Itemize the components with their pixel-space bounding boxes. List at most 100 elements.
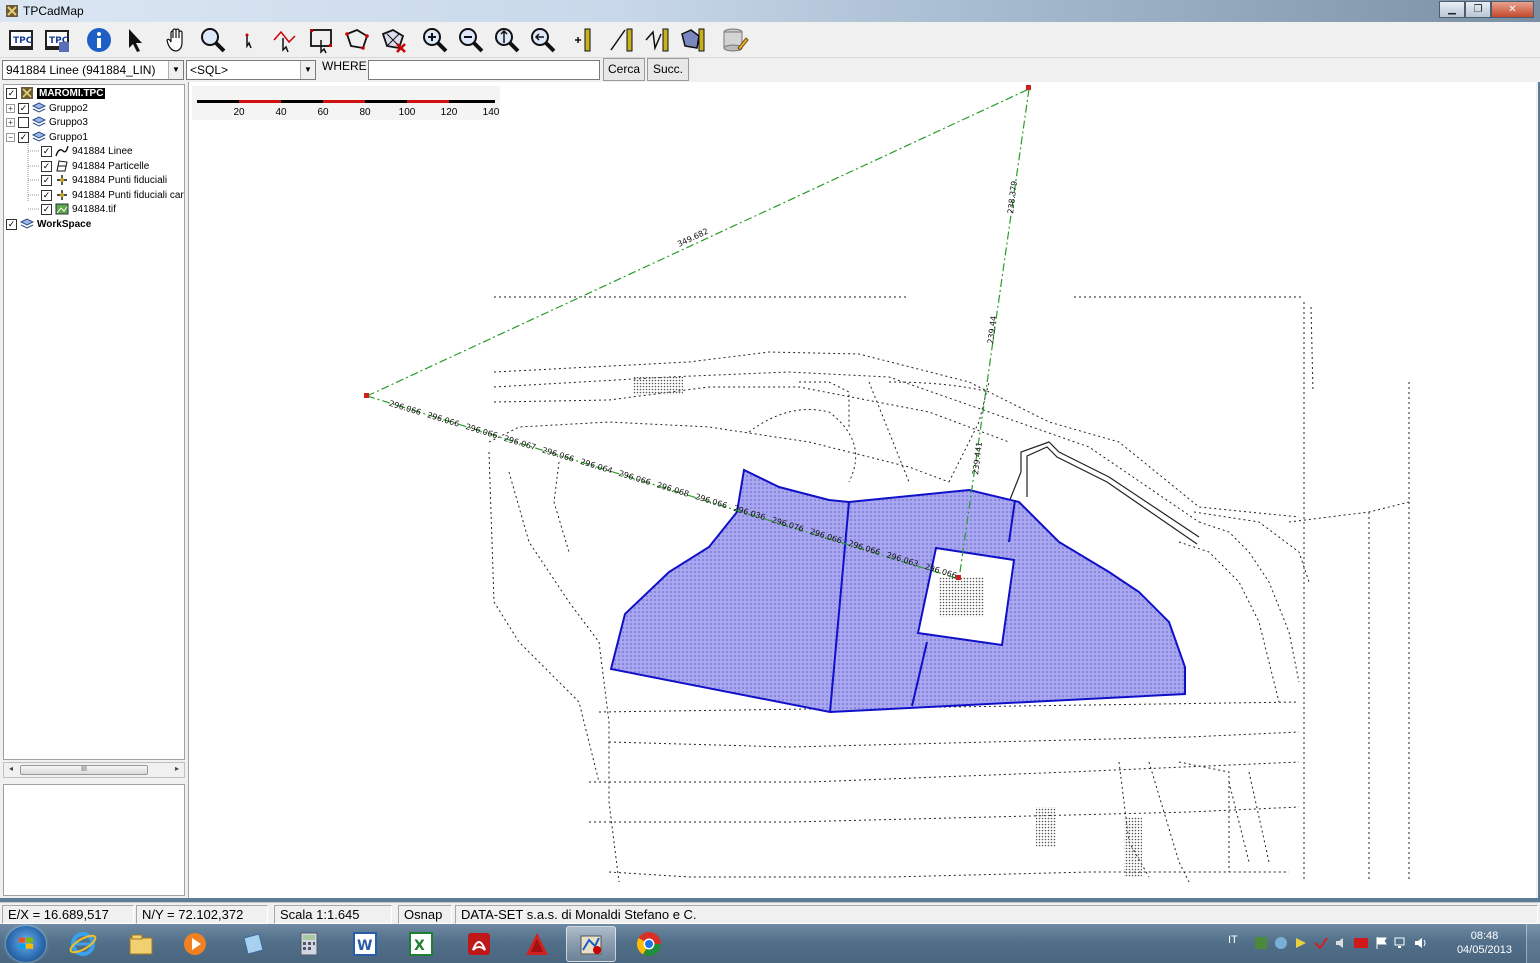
taskbar-excel[interactable]: X [396, 926, 446, 962]
info-button[interactable] [82, 23, 116, 57]
deselect-polygon-icon [381, 28, 406, 53]
maximize-button[interactable]: ❐ [1465, 1, 1491, 18]
tree-workspace[interactable]: ✓ WorkSpace [6, 217, 91, 231]
taskbar-notes[interactable] [228, 926, 278, 962]
scale-bar-graphic [197, 100, 495, 103]
status-osnap[interactable]: Osnap [398, 905, 452, 924]
select-rectangle-button[interactable] [304, 23, 338, 57]
measure-line-button[interactable] [604, 23, 638, 57]
scroll-left-icon[interactable]: ◂ [5, 764, 17, 773]
tree-horizontal-scrollbar[interactable]: ◂ III ▸ [3, 762, 185, 778]
zoom-in-icon [423, 27, 448, 52]
tray-ati-icon[interactable] [1354, 936, 1368, 950]
database-edit-button[interactable] [718, 23, 752, 57]
where-input[interactable] [368, 60, 600, 80]
tree-connectors [27, 144, 40, 210]
show-desktop-button[interactable] [1526, 924, 1540, 963]
select-arrow-button[interactable] [118, 23, 152, 57]
measure-point-button[interactable] [568, 23, 602, 57]
start-button[interactable] [6, 926, 46, 962]
stipple-block [1036, 807, 1056, 847]
taskbar-autocad-lt[interactable] [512, 926, 562, 962]
select-polygon-button[interactable] [340, 23, 374, 57]
tree-layer-particelle[interactable]: ✓ 941884 Particelle [41, 159, 149, 173]
zoom-previous-button[interactable] [526, 23, 560, 57]
select-polyline-button[interactable] [268, 23, 302, 57]
tray-speaker-alert-icon[interactable] [1334, 936, 1348, 950]
save-project-button[interactable]: TPC [40, 23, 74, 57]
system-tray: IT 08:48 04/05/2013 [1220, 924, 1540, 963]
succ-button[interactable]: Succ. [647, 58, 689, 81]
close-button[interactable]: ✕ [1491, 1, 1534, 18]
checkbox-workspace[interactable]: ✓ [6, 218, 17, 230]
zoom-extents-button[interactable] [490, 23, 524, 57]
internet-explorer-icon [69, 932, 97, 956]
parcel-layer-icon [56, 160, 68, 172]
tree-layer-label: 941884 Punti fiduciali cart [72, 189, 185, 201]
measure-polyline-button[interactable] [640, 23, 674, 57]
system-clock[interactable]: 08:48 04/05/2013 [1457, 929, 1512, 957]
zoom-out-icon [459, 27, 484, 52]
taskbar-tpcadmap[interactable] [566, 926, 616, 962]
svg-text:W: W [357, 938, 372, 954]
tree-layer-punti-fiduciali-cart[interactable]: ✓ 941884 Punti fiduciali cart [41, 188, 185, 202]
tray-flag-icon[interactable] [1374, 936, 1388, 950]
taskbar-acrobat[interactable] [454, 926, 504, 962]
file-explorer-icon [129, 934, 153, 955]
measure-label: 296.066 [388, 399, 422, 417]
word-icon: W [353, 932, 377, 956]
where-label: WHERE [322, 59, 367, 73]
scale-bar: 20 40 60 80 100 120 140 [192, 86, 500, 120]
sql-select[interactable]: <SQL> ▼ [186, 60, 316, 80]
scroll-right-icon[interactable]: ▸ [171, 764, 183, 773]
deselect-polygon-button[interactable] [376, 23, 410, 57]
measure-area-icon [681, 28, 705, 51]
tray-antivirus-icon[interactable] [1294, 936, 1308, 950]
cerca-button[interactable]: Cerca [603, 58, 645, 81]
taskbar-chrome[interactable] [624, 926, 674, 962]
minimize-button[interactable]: ▁ [1439, 1, 1465, 18]
taskbar-media-player[interactable] [170, 926, 220, 962]
zoom-in-button[interactable] [418, 23, 452, 57]
layer-select-value: 941884 Linee (941884_LIN) [6, 63, 156, 77]
taskbar-internet-explorer[interactable] [58, 926, 108, 962]
open-project-button[interactable]: TPC [4, 23, 38, 57]
building [916, 546, 1016, 647]
layer-select[interactable]: 941884 Linee (941884_LIN) ▼ [2, 60, 184, 80]
tray-network-app-icon[interactable] [1274, 936, 1288, 950]
find-zoom-button[interactable] [196, 23, 230, 57]
line-layer-icon [55, 145, 69, 157]
taskbar-word[interactable]: W [340, 926, 390, 962]
scale-bar-label: 20 [233, 107, 245, 118]
chevron-down-icon[interactable]: ▼ [168, 61, 183, 79]
tree-workspace-label: WorkSpace [37, 218, 92, 230]
tray-app-icon[interactable] [1254, 936, 1268, 950]
zoom-out-button[interactable] [454, 23, 488, 57]
measure-area-button[interactable] [676, 23, 710, 57]
measure-label: 296.066 [541, 446, 575, 464]
tray-update-icon[interactable] [1314, 936, 1328, 950]
svg-text:TPC: TPC [13, 36, 33, 46]
taskbar-file-explorer[interactable] [116, 926, 166, 962]
status-company: DATA-SET s.a.s. di Monaldi Stefano e C. [455, 905, 1538, 924]
measure-label: 296.066 [694, 492, 728, 510]
app-icon [6, 5, 18, 17]
save-project-icon: TPC [45, 29, 69, 52]
tree-layer-linee[interactable]: ✓ 941884 Linee [41, 144, 133, 158]
tray-volume-icon[interactable] [1414, 936, 1428, 950]
map-canvas[interactable]: 349.682 238.379 239.44 239.441 296.066 29… [188, 82, 1538, 898]
measure-line-icon [610, 28, 633, 51]
chevron-down-icon[interactable]: ▼ [300, 61, 315, 79]
pick-point-button[interactable] [232, 23, 266, 57]
taskbar-calculator[interactable] [284, 926, 334, 962]
tray-network-icon[interactable] [1394, 936, 1408, 950]
pan-hand-button[interactable] [160, 23, 194, 57]
measure-label: 296.066 [618, 469, 652, 487]
find-zoom-icon [201, 27, 226, 52]
tree-layer-punti-fiduciali[interactable]: ✓ 941884 Punti fiduciali [41, 173, 167, 187]
tree-layer-tif[interactable]: ✓ 941884.tif [41, 202, 116, 216]
language-indicator[interactable]: IT [1228, 934, 1238, 946]
scroll-thumb[interactable]: III [20, 765, 148, 775]
tree-group-label: Gruppo2 [49, 102, 88, 114]
window-title: TPCadMap [23, 4, 84, 18]
